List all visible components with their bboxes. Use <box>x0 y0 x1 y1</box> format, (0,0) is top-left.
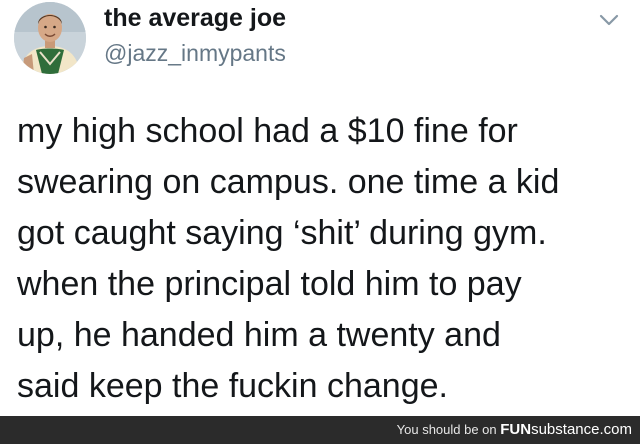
watermark-domain: .com <box>599 421 632 438</box>
tweet-line: when the principal told him to pay <box>17 265 522 303</box>
display-name[interactable]: the average joe <box>104 4 286 33</box>
avatar[interactable] <box>14 2 86 74</box>
watermark-prefix: You should be on <box>396 422 501 437</box>
tweet-line: up, he handed him a twenty and <box>17 316 501 354</box>
tweet-line: got caught saying ‘shit’ during gym. <box>17 214 547 252</box>
tweet-line: said keep the fuckin change. <box>17 367 448 405</box>
tweet-text: my high school had a $10 fine for sweari… <box>17 106 632 412</box>
watermark-brand-substance: substance <box>531 421 600 438</box>
avatar-photo <box>14 2 86 74</box>
tweet-card: the average joe @jazz_inmypants my high … <box>0 0 640 416</box>
watermark-footer: You should be on FUNsubstance.com <box>0 416 640 444</box>
user-handle[interactable]: @jazz_inmypants <box>104 40 286 67</box>
watermark-text[interactable]: You should be on FUNsubstance.com <box>397 421 632 438</box>
chevron-down-icon[interactable] <box>598 12 620 28</box>
watermark-brand-fun: FUN <box>500 421 532 438</box>
tweet-line: my high school had a $10 fine for <box>17 112 518 150</box>
tweet-line: swearing on campus. one time a kid <box>17 163 560 201</box>
